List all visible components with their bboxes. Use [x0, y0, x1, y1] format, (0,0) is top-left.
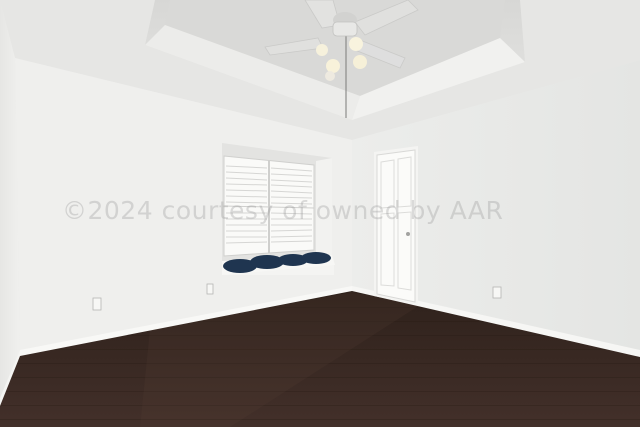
room-photo: ©2024 courtesy of owned by AAR	[0, 0, 640, 427]
wall-outlet	[206, 283, 214, 295]
door-knob	[406, 232, 410, 236]
door	[374, 146, 418, 305]
plantation-shutters	[223, 155, 315, 257]
wall-outlet	[92, 297, 102, 311]
wall-outlet	[492, 286, 502, 299]
